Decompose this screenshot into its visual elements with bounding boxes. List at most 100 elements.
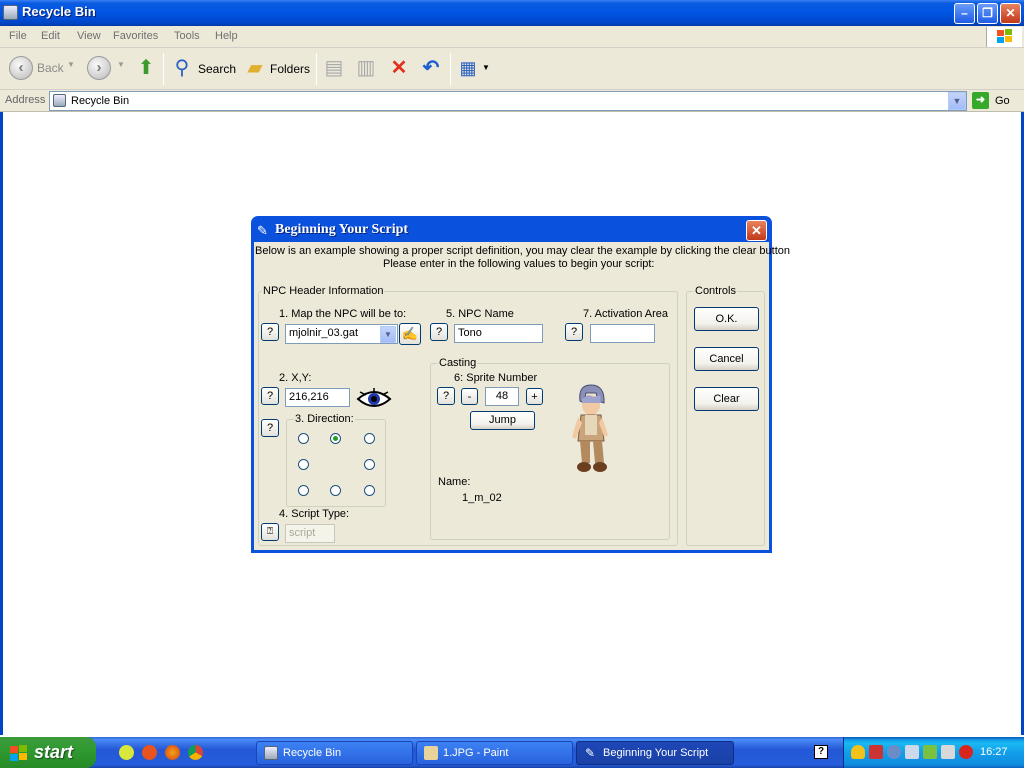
recycle-bin-icon	[3, 5, 18, 20]
map-browse-icon[interactable]: ✍	[399, 323, 421, 345]
menu-edit[interactable]: Edit	[41, 30, 60, 42]
script-type-help-button[interactable]: ⍰	[261, 523, 279, 541]
xy-label: 2. X,Y:	[279, 372, 312, 384]
go-button-label[interactable]: Go	[995, 95, 1010, 107]
dialog-title: Beginning Your Script	[275, 222, 409, 237]
task-paint[interactable]: 1.JPG - Paint	[416, 741, 573, 765]
search-icon[interactable]: ⚲	[170, 56, 194, 80]
nvidia-icon[interactable]	[923, 745, 937, 759]
address-dropdown-icon[interactable]: ▼	[948, 92, 966, 110]
direction-e-radio[interactable]	[364, 459, 375, 470]
back-arrow-icon[interactable]: ‹	[9, 56, 33, 80]
menu-view[interactable]: View	[77, 30, 101, 42]
direction-w-radio[interactable]	[298, 459, 309, 470]
toolbar: ‹ Back ▼ › ▼ ⬆ ⚲ Search ▰ Folders ▤ ▥ ✕ …	[0, 48, 1024, 90]
task-beginning-your-script[interactable]: ✎ Beginning Your Script	[576, 741, 734, 765]
recycle-bin-icon	[53, 94, 66, 107]
minimize-button[interactable]: –	[954, 3, 975, 24]
direction-s-radio[interactable]	[330, 485, 341, 496]
map-dropdown-icon[interactable]: ▼	[380, 326, 396, 343]
close-button[interactable]: ✕	[1000, 3, 1021, 24]
cancel-button[interactable]: Cancel	[694, 347, 759, 371]
move-to-icon[interactable]: ▤	[322, 56, 346, 80]
windows-logo-icon	[986, 27, 1022, 47]
sprite-increment-button[interactable]: +	[526, 388, 543, 405]
address-input[interactable]: Recycle Bin	[49, 91, 967, 111]
undo-icon[interactable]: ↶	[419, 56, 443, 80]
direction-sw-radio[interactable]	[298, 485, 309, 496]
menu-favorites[interactable]: Favorites	[113, 30, 158, 42]
activation-help-button[interactable]: ?	[565, 323, 583, 341]
clear-button-label: Clear	[713, 393, 740, 405]
tray-app-icon[interactable]	[869, 745, 883, 759]
menu-file[interactable]: File	[9, 30, 27, 42]
task-label: Recycle Bin	[283, 747, 342, 759]
search-button-label[interactable]: Search	[198, 62, 236, 76]
script-type-input: script	[285, 524, 335, 543]
task-label: Beginning Your Script	[603, 747, 709, 759]
sprite-decrement-button[interactable]: -	[461, 388, 478, 405]
help-icon[interactable]: ?	[814, 745, 828, 759]
tray-app-icon[interactable]	[887, 745, 901, 759]
npc-sprite-image	[568, 383, 614, 480]
folders-icon[interactable]: ▰	[243, 56, 267, 80]
chrome-icon[interactable]	[188, 745, 203, 760]
direction-label: 3. Direction:	[294, 413, 355, 425]
sprite-number-input[interactable]: 48	[485, 387, 519, 406]
menu-bar: File Edit View Favorites Tools Help	[0, 26, 1024, 48]
direction-help-button[interactable]: ?	[261, 419, 279, 437]
back-dropdown-icon[interactable]: ▼	[67, 60, 75, 69]
views-dropdown-icon[interactable]: ▼	[482, 63, 490, 72]
pencil-icon: ✎	[257, 223, 268, 238]
direction-n-radio[interactable]	[330, 433, 341, 444]
address-value: Recycle Bin	[71, 95, 130, 107]
restore-button[interactable]: ❐	[977, 3, 998, 24]
clock: 16:27	[980, 746, 1008, 758]
npc-name-help-button[interactable]: ?	[430, 323, 448, 341]
menu-tools[interactable]: Tools	[174, 30, 200, 42]
toolbar-separator	[450, 53, 451, 85]
direction-nw-radio[interactable]	[298, 433, 309, 444]
npc-name-input[interactable]: Tono	[454, 324, 543, 343]
antivirus-icon[interactable]	[959, 745, 973, 759]
ok-button-label: O.K.	[715, 313, 738, 325]
forward-dropdown-icon[interactable]: ▼	[117, 60, 125, 69]
copy-to-icon[interactable]: ▥	[354, 56, 378, 80]
tray-app-icon[interactable]	[905, 745, 919, 759]
xy-help-button[interactable]: ?	[261, 387, 279, 405]
map-help-button[interactable]: ?	[261, 323, 279, 341]
pencil-icon: ✎	[585, 746, 596, 760]
menu-help[interactable]: Help	[215, 30, 238, 42]
quick-launch-icon[interactable]	[142, 745, 157, 760]
paint-icon	[424, 746, 438, 760]
toolbar-separator	[163, 53, 164, 85]
jump-button-label: Jump	[489, 414, 516, 426]
sprite-help-button[interactable]: ?	[437, 387, 455, 405]
shield-icon[interactable]	[851, 745, 865, 759]
quick-launch-icon[interactable]	[119, 745, 134, 760]
ok-button[interactable]: O.K.	[694, 307, 759, 331]
direction-se-radio[interactable]	[364, 485, 375, 496]
clear-button[interactable]: Clear	[694, 387, 759, 411]
task-recycle-bin[interactable]: Recycle Bin	[256, 741, 413, 765]
activation-area-input[interactable]	[590, 324, 655, 343]
windows-logo-icon	[10, 745, 28, 761]
volume-icon[interactable]	[941, 745, 955, 759]
folders-button-label[interactable]: Folders	[270, 62, 310, 76]
jump-button[interactable]: Jump	[470, 411, 535, 430]
eye-icon[interactable]	[356, 387, 392, 414]
map-select-value: mjolnir_03.gat	[289, 327, 359, 339]
forward-arrow-icon[interactable]: ›	[87, 56, 111, 80]
direction-ne-radio[interactable]	[364, 433, 375, 444]
xy-input[interactable]: 216,216	[285, 388, 350, 407]
window-titlebar[interactable]: Recycle Bin – ❐ ✕	[0, 0, 1024, 26]
up-folder-icon[interactable]: ⬆	[134, 56, 158, 80]
back-button-label[interactable]: Back	[37, 61, 64, 75]
firefox-icon[interactable]	[165, 745, 180, 760]
map-label: 1. Map the NPC will be to:	[279, 308, 407, 320]
go-arrow-icon[interactable]: ➜	[972, 92, 989, 109]
views-icon[interactable]: ▦	[456, 56, 480, 80]
delete-icon[interactable]: ✕	[387, 56, 411, 80]
activation-area-label: 7. Activation Area	[583, 308, 668, 320]
dialog-close-button[interactable]: ✕	[746, 220, 767, 241]
